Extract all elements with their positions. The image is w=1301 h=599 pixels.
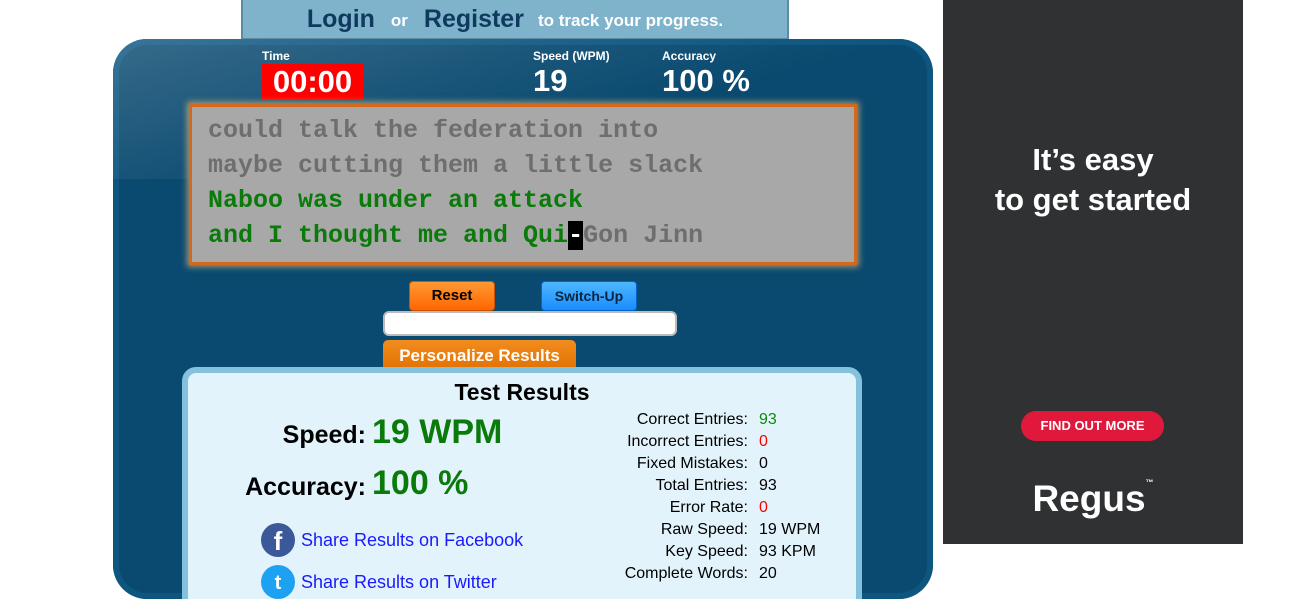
regus-logo-text: Regus	[1032, 478, 1146, 519]
result-detail-value: 20	[759, 565, 777, 582]
time-label: Time	[262, 49, 290, 63]
result-detail-row: Total Entries: 93	[618, 477, 918, 499]
login-banner: Login or Register to track your progress…	[241, 0, 789, 40]
regus-logo: Regus™	[943, 478, 1243, 520]
timer-display: 00:00	[262, 64, 363, 99]
text-line: could talk the federation into	[208, 116, 659, 145]
text-line: maybe cutting them a little slack	[208, 151, 704, 180]
result-detail-row: Key Speed: 93 KPM	[618, 543, 918, 565]
facebook-icon: f	[261, 523, 295, 557]
result-detail-label: Error Rate:	[669, 499, 748, 516]
result-detail-label: Complete Words:	[624, 565, 748, 582]
share-twitter-link[interactable]: Share Results on Twitter	[301, 572, 497, 593]
result-detail-row: Correct Entries: 93	[618, 411, 918, 433]
result-detail-label: Correct Entries:	[636, 411, 748, 428]
or-text: or	[390, 11, 408, 30]
results-accuracy-value: 100 %	[372, 464, 469, 502]
advertisement[interactable]: It’s easy to get started FIND OUT MORE R…	[943, 0, 1243, 544]
typing-text-box: could talk the federation into maybe cut…	[189, 104, 857, 265]
ad-headline-line-1: It’s easy	[1032, 142, 1154, 177]
result-detail-value: 0	[759, 433, 768, 450]
result-detail-label: Key Speed:	[665, 543, 748, 560]
login-link[interactable]: Login	[307, 5, 375, 34]
text-line: Naboo was under an attack	[208, 186, 584, 215]
share-facebook-link[interactable]: Share Results on Facebook	[301, 530, 523, 551]
result-detail-row: Error Rate: 0	[618, 499, 918, 521]
results-accuracy-label: Accuracy:	[245, 473, 366, 501]
results-title: Test Results	[454, 379, 590, 405]
result-detail-label: Incorrect Entries:	[627, 433, 748, 450]
results-speed-label: Speed:	[282, 421, 366, 449]
result-detail-label: Raw Speed:	[660, 521, 748, 538]
result-detail-value: 0	[759, 499, 768, 516]
speed-value: 19	[533, 63, 568, 98]
result-detail-row: Raw Speed: 19 WPM	[618, 521, 918, 543]
result-detail-value: 93	[759, 477, 777, 494]
test-results-panel: Test Results Speed: 19 WPM Accuracy: 100…	[182, 367, 862, 599]
text-line: and I thought me and Qui-Gon Jinn	[208, 221, 704, 250]
result-detail-value: 0	[759, 455, 768, 472]
register-link[interactable]: Register	[424, 5, 524, 34]
accuracy-value: 100 %	[662, 63, 750, 98]
twitter-icon: t	[261, 565, 295, 599]
share-twitter-row[interactable]: t Share Results on Twitter	[261, 565, 497, 599]
find-out-more-button[interactable]: FIND OUT MORE	[1021, 411, 1164, 441]
result-detail-row: Incorrect Entries: 0	[618, 433, 918, 455]
result-detail-label: Total Entries:	[655, 477, 748, 494]
share-facebook-row[interactable]: f Share Results on Facebook	[261, 523, 523, 557]
result-detail-row: Fixed Mistakes: 0	[618, 455, 918, 477]
track-progress-text: to track your progress.	[537, 11, 724, 30]
result-detail-label: Fixed Mistakes:	[636, 455, 748, 472]
text-cursor: -	[568, 221, 584, 250]
ad-headline: It’s easy to get started	[943, 140, 1243, 220]
accuracy-label: Accuracy	[662, 49, 717, 63]
regus-logo-tm: ™	[1145, 478, 1154, 487]
ad-headline-line-2: to get started	[994, 182, 1192, 217]
result-detail-row: Complete Words: 20	[618, 565, 918, 587]
typing-input[interactable]	[383, 311, 677, 336]
result-detail-value: 93 KPM	[759, 543, 816, 560]
result-detail-value: 93	[759, 411, 777, 428]
results-speed-value: 19 WPM	[372, 413, 503, 451]
typing-test-panel: Time 00:00 Speed (WPM) 19 Accuracy 100 %…	[113, 39, 933, 599]
reset-button[interactable]: Reset	[409, 281, 495, 311]
speed-label: Speed (WPM)	[533, 49, 610, 63]
result-detail-value: 19 WPM	[759, 521, 821, 538]
switch-up-button[interactable]: Switch-Up	[541, 281, 637, 311]
